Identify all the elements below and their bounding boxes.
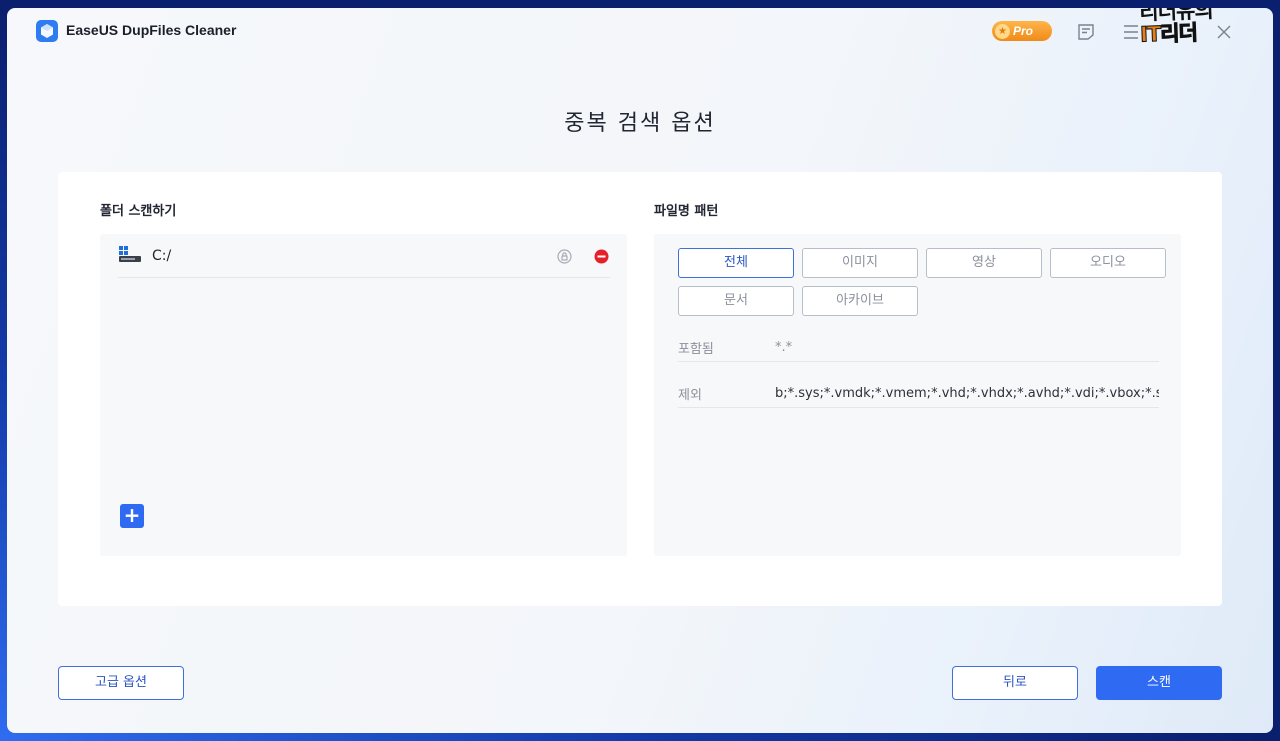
chip-documents[interactable]: 문서: [678, 286, 794, 316]
scan-button[interactable]: 스캔: [1096, 666, 1222, 700]
star-icon: ★: [995, 23, 1010, 39]
page-title: 중복 검색 옵션: [564, 111, 716, 136]
app-window: EaseUS DupFiles Cleaner ★ Pro 리더유의 IT리더 …: [7, 8, 1273, 733]
exclude-input[interactable]: b;*.sys;*.vmdk;*.vmem;*.vhd;*.vhdx;*.avh…: [775, 386, 1159, 401]
pro-label: Pro: [1013, 24, 1034, 38]
chip-audio[interactable]: 오디오: [1050, 248, 1166, 278]
title-bar: EaseUS DupFiles Cleaner ★ Pro 리더유의 IT리더: [7, 8, 1273, 54]
scan-folders-label: 폴더 스캔하기: [100, 204, 177, 219]
chip-archives[interactable]: 아카이브: [802, 286, 918, 316]
feedback-icon[interactable]: [1076, 22, 1096, 42]
exclude-row: 제외 b;*.sys;*.vmdk;*.vmem;*.vhd;*.vhdx;*.…: [678, 362, 1159, 408]
include-row: 포함됨 *.*: [678, 316, 1159, 362]
file-pattern-panel: 전체 이미지 영상 오디오 문서 아카이브 포함됨 *.* 제외 b;*.sys…: [654, 234, 1181, 556]
back-button[interactable]: 뒤로: [952, 666, 1078, 700]
folder-list-item[interactable]: C:/: [118, 234, 610, 278]
chip-all[interactable]: 전체: [678, 248, 794, 278]
app-title: EaseUS DupFiles Cleaner: [66, 22, 237, 38]
advanced-options-button[interactable]: 고급 옵션: [58, 666, 184, 700]
chip-video[interactable]: 영상: [926, 248, 1042, 278]
lock-icon[interactable]: [557, 249, 572, 264]
watermark-logo: 리더유의 IT리더: [1139, 8, 1236, 60]
exclude-label: 제외: [678, 388, 702, 403]
options-card: 폴더 스캔하기 파일명 패턴 C:/ + 전체 이미지 영상 오디오 문서 아카…: [58, 172, 1222, 606]
chip-images[interactable]: 이미지: [802, 248, 918, 278]
include-label: 포함됨: [678, 342, 714, 357]
folder-list-panel: C:/ +: [100, 234, 627, 556]
easeus-cube-icon: [36, 20, 58, 42]
pro-badge[interactable]: ★ Pro: [992, 21, 1052, 41]
windows-drive-icon: [119, 246, 141, 262]
watermark-line2: IT리더: [1139, 20, 1198, 47]
remove-icon[interactable]: [594, 249, 609, 264]
folder-path: C:/: [152, 248, 172, 264]
include-input[interactable]: *.*: [775, 340, 1159, 355]
menu-icon[interactable]: [1121, 22, 1141, 42]
file-pattern-label: 파일명 패턴: [654, 204, 719, 219]
add-folder-button[interactable]: +: [120, 504, 144, 528]
